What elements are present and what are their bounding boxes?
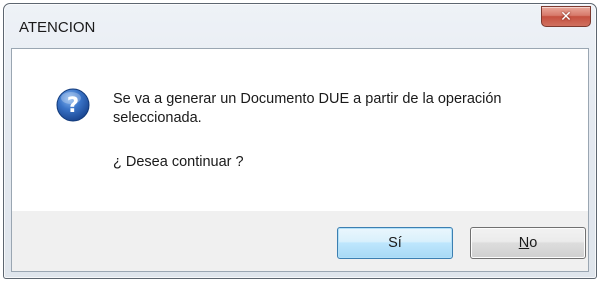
title-bar[interactable]: ATENCION ✕ [4,4,596,48]
question-text: ¿ Desea continuar ? [113,154,244,170]
no-button-label: No [519,235,538,251]
message-area: ? Se va a generar un Documento DUE a par… [12,49,588,211]
message-line-2: seleccionada. [113,110,202,126]
message-line-1: Se va a generar un Documento DUE a parti… [113,91,502,107]
yes-button-label: Sí [388,235,402,251]
dialog-window: ATENCION ✕ ? Se va a generar un Document… [3,3,597,279]
no-button[interactable]: No [470,227,586,259]
no-button-mnemonic: N [518,235,530,251]
close-button[interactable]: ✕ [541,6,591,27]
dialog-client-area: ? Se va a generar un Documento DUE a par… [11,48,589,272]
close-icon: ✕ [560,8,572,25]
yes-button[interactable]: Sí [337,227,453,259]
question-icon: ? [56,88,90,122]
no-button-label-rest: o [529,235,538,251]
svg-text:?: ? [67,93,79,117]
window-title: ATENCION [19,19,96,36]
